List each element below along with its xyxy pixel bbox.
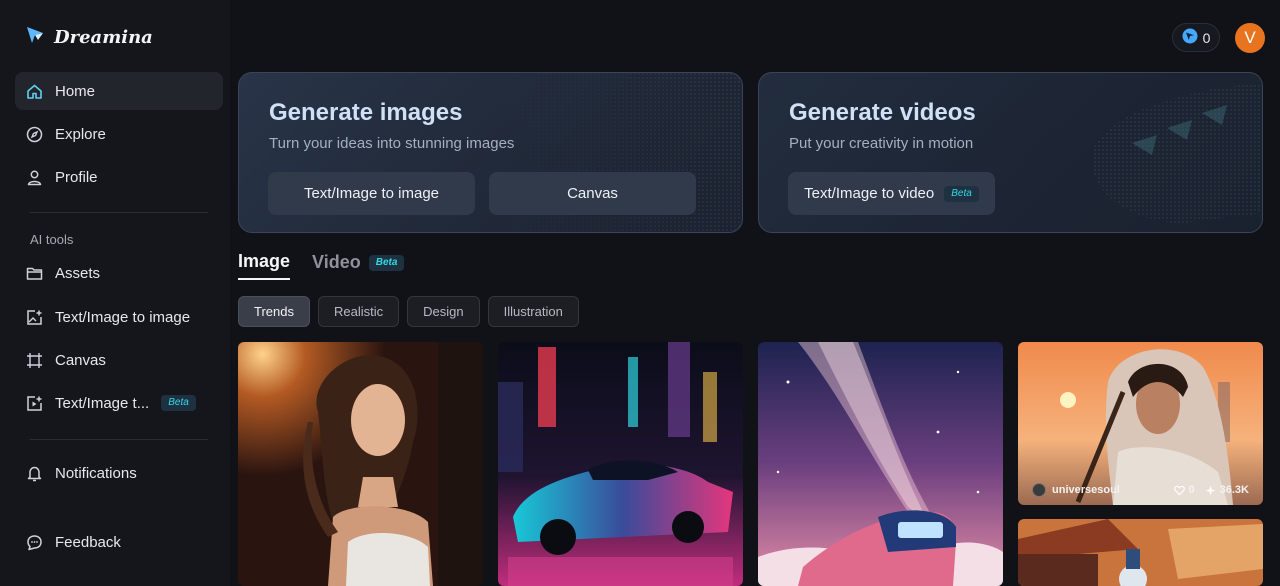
sidebar-item-explore[interactable]: Explore xyxy=(15,115,223,153)
user-icon xyxy=(25,168,43,186)
canvas-button[interactable]: Canvas xyxy=(489,172,696,215)
sidebar-item-label: Feedback xyxy=(55,533,121,551)
sidebar-item-label: Text/Image to image xyxy=(55,308,191,326)
credits-icon xyxy=(1182,28,1198,47)
sidebar-item-label: Explore xyxy=(55,125,106,143)
sidebar-item-profile[interactable]: Profile xyxy=(15,158,223,196)
brand-logo[interactable]: Dreamina xyxy=(24,24,153,51)
galaxy-train-image xyxy=(758,342,1003,586)
generate-images-card: Generate images Turn your ideas into stu… xyxy=(238,72,743,233)
sidebar-divider xyxy=(30,212,208,213)
author-name: universesoul xyxy=(1052,484,1120,496)
uses-count: 36.3K xyxy=(1219,484,1249,496)
market-street-image xyxy=(1018,519,1263,586)
author-avatar xyxy=(1032,483,1046,497)
sidebar-item-text-image-to-video[interactable]: Text/Image t... Beta xyxy=(15,384,223,422)
gallery-card-supercar[interactable] xyxy=(498,342,743,586)
sidebar-item-text-image-to-image[interactable]: Text/Image to image xyxy=(15,298,223,336)
tab-video[interactable]: Video Beta xyxy=(312,252,405,279)
gallery-card-market[interactable] xyxy=(1018,519,1263,586)
chip-design[interactable]: Design xyxy=(407,296,480,327)
sidebar-item-label: Assets xyxy=(55,264,101,282)
text-image-to-image-button[interactable]: Text/Image to image xyxy=(268,172,475,215)
chip-illustration[interactable]: Illustration xyxy=(487,296,579,327)
home-icon xyxy=(25,82,43,100)
chip-realistic[interactable]: Realistic xyxy=(317,296,400,327)
compass-icon xyxy=(25,125,43,143)
sidebar-item-home[interactable]: Home xyxy=(15,72,223,110)
neon-supercar-image xyxy=(498,342,743,586)
beta-badge: Beta xyxy=(944,185,979,202)
brand-name: Dreamina xyxy=(54,27,153,48)
sidebar-divider xyxy=(30,439,208,440)
gallery-card-galaxy-train[interactable] xyxy=(758,342,1003,586)
tab-image[interactable]: Image xyxy=(238,251,291,280)
sidebar-item-assets[interactable]: Assets xyxy=(15,254,223,292)
woman-flute-image xyxy=(1018,342,1263,505)
beta-badge: Beta xyxy=(161,395,196,411)
canvas-icon xyxy=(25,351,43,369)
content-tabs: Image Video Beta xyxy=(238,251,405,280)
feedback-icon xyxy=(25,533,43,551)
user-avatar[interactable]: V xyxy=(1235,23,1265,53)
sidebar: Dreamina Home Explore Profile AI tools A… xyxy=(0,0,230,586)
hero-title: Generate videos xyxy=(789,99,976,126)
likes-count: 0 xyxy=(1188,484,1195,496)
sidebar-item-label: Profile xyxy=(55,168,98,186)
sidebar-item-label: Canvas xyxy=(55,351,106,369)
heart-icon xyxy=(1173,485,1185,496)
gallery-card-portrait[interactable] xyxy=(238,342,483,586)
image-add-icon xyxy=(25,308,43,326)
dreamina-logo-icon xyxy=(24,24,46,51)
beta-badge: Beta xyxy=(368,254,405,271)
card-meta: universesoul 0 36.3K xyxy=(1032,483,1249,497)
sidebar-item-canvas[interactable]: Canvas xyxy=(15,341,223,379)
sidebar-item-label: Text/Image t... xyxy=(55,394,150,412)
sidebar-item-label: Home xyxy=(55,82,96,100)
likes[interactable]: 0 xyxy=(1173,484,1195,496)
hero-title: Generate images xyxy=(269,99,463,126)
hero-subtitle: Turn your ideas into stunning images xyxy=(269,135,515,152)
uses: 36.3K xyxy=(1205,484,1249,496)
button-label: Text/Image to video xyxy=(804,185,935,202)
chip-trends[interactable]: Trends xyxy=(238,296,310,327)
credits-button[interactable]: 0 xyxy=(1172,23,1220,52)
sidebar-section-label: AI tools xyxy=(30,232,74,247)
sidebar-item-label: Notifications xyxy=(55,464,137,482)
sidebar-item-feedback[interactable]: Feedback xyxy=(15,523,223,561)
app-window: Dreamina Home Explore Profile AI tools A… xyxy=(0,0,1280,586)
tab-label: Video xyxy=(312,252,361,272)
gallery-card-flute-woman[interactable]: universesoul 0 36.3K xyxy=(1018,342,1263,505)
hero-subtitle: Put your creativity in motion xyxy=(789,135,974,152)
video-add-icon xyxy=(25,394,43,412)
sidebar-item-notifications[interactable]: Notifications xyxy=(15,454,223,492)
credits-count: 0 xyxy=(1202,29,1211,46)
portrait-woman-image xyxy=(238,342,483,586)
category-filters: Trends Realistic Design Illustration xyxy=(238,296,579,327)
bell-icon xyxy=(25,464,43,482)
author[interactable]: universesoul xyxy=(1032,483,1164,497)
folder-icon xyxy=(25,264,43,282)
sparkle-icon xyxy=(1205,484,1216,496)
generate-videos-card: Generate videos Put your creativity in m… xyxy=(758,72,1263,233)
text-image-to-video-button[interactable]: Text/Image to video Beta xyxy=(788,172,995,215)
film-decoration xyxy=(1091,85,1262,223)
